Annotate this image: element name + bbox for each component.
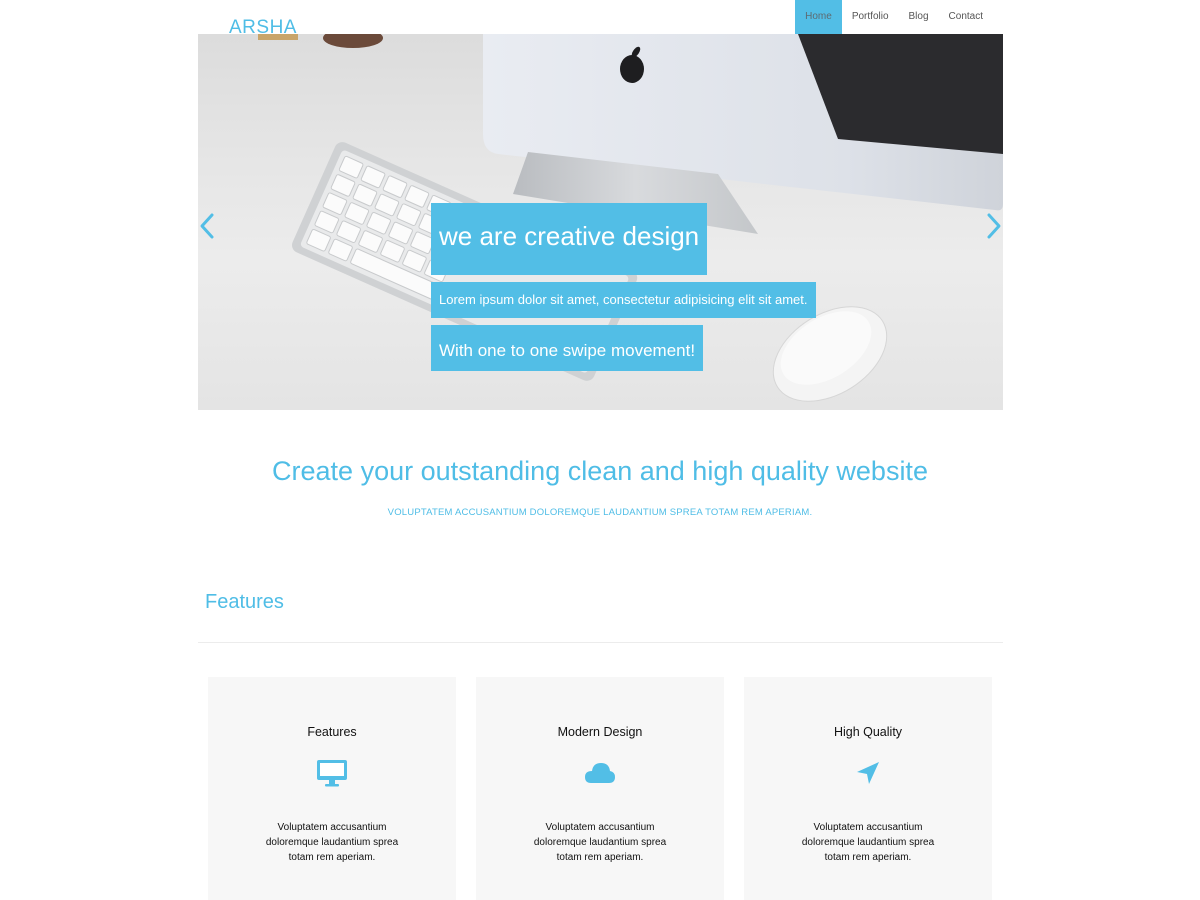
hero-slider[interactable]: we are creative design Lorem ipsum dolor… — [198, 34, 1003, 410]
nav-item-home[interactable]: Home — [795, 0, 842, 34]
section-divider — [198, 642, 1003, 643]
cloud-icon — [585, 763, 615, 783]
feature-card: High Quality Voluptatem accusantium dolo… — [744, 677, 992, 900]
feature-card-text: Voluptatem accusantium doloremque laudan… — [533, 822, 667, 863]
feature-card-text: Voluptatem accusantium doloremque laudan… — [265, 822, 399, 863]
hero-caption-title: we are creative design — [431, 203, 708, 275]
feature-card: Features Voluptatem accusantium doloremq… — [208, 677, 456, 900]
nav-item-portfolio[interactable]: Portfolio — [842, 0, 899, 34]
feature-card-title: High Quality — [833, 725, 903, 739]
chevron-left-icon[interactable] — [198, 212, 216, 240]
feature-card-text: Voluptatem accusantium doloremque laudan… — [801, 822, 935, 863]
chevron-right-icon[interactable] — [985, 212, 1003, 240]
nav-item-blog[interactable]: Blog — [899, 0, 939, 34]
feature-card-title: Modern Design — [557, 725, 643, 739]
nav-item-contact[interactable]: Contact — [939, 0, 993, 34]
monitor-icon — [317, 760, 347, 787]
site-logo[interactable]: ARSHA — [229, 17, 297, 39]
features-heading: Features — [205, 591, 284, 613]
main-nav: Home Portfolio Blog Contact — [795, 0, 993, 34]
intro-title: Create your outstanding clean and high q… — [272, 456, 928, 486]
location-arrow-icon — [857, 762, 879, 784]
hero-caption-action: With one to one swipe movement! — [431, 325, 704, 371]
intro-subtitle: VOLUPTATEM ACCUSANTIUM DOLOREMQUE LAUDAN… — [387, 507, 813, 518]
feature-card-title: Features — [307, 725, 357, 739]
site-header: ARSHA Home Portfolio Blog Contact — [198, 0, 1003, 38]
feature-card: Modern Design Voluptatem accusantium dol… — [476, 677, 724, 900]
hero-caption-text: Lorem ipsum dolor sit amet, consectetur … — [431, 282, 816, 318]
